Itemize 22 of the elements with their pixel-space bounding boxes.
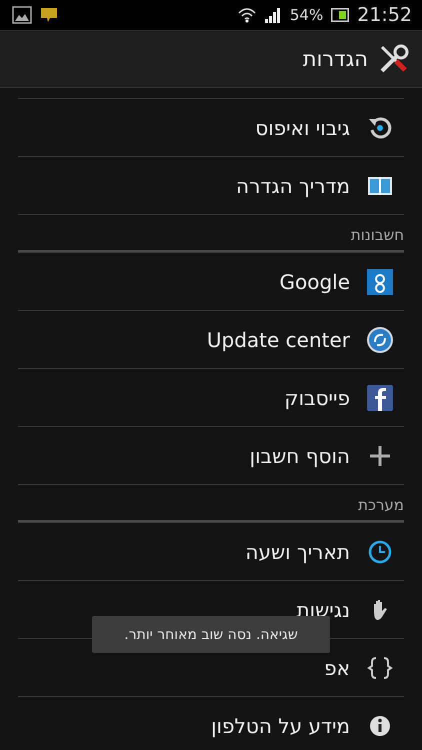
settings-item[interactable]: הוסף חשבון <box>18 426 404 484</box>
screen-title: הגדרות <box>302 47 368 71</box>
section-header: חשבונות <box>350 226 404 244</box>
settings-item[interactable]: פייסבוק <box>18 368 404 426</box>
settings-icon <box>378 43 410 75</box>
settings-item[interactable]: מידע על הטלפון <box>18 696 404 750</box>
f-logo-icon <box>366 384 394 412</box>
settings-item[interactable]: תאריך ושעה <box>18 522 404 580</box>
globe-arrows-icon <box>366 326 394 354</box>
error-toast: שגיאה. נסה שוב מאוחר יותר. <box>92 616 330 653</box>
settings-item[interactable]: Update center <box>18 310 404 368</box>
picture-icon <box>12 6 32 24</box>
wifi-icon <box>238 7 256 23</box>
clock-time: 21:52 <box>357 4 412 26</box>
signal-icon <box>264 7 282 23</box>
settings-item[interactable]: Google <box>18 252 404 310</box>
battery-icon <box>331 8 350 22</box>
settings-item[interactable]: מדריך הגדרה <box>18 156 404 214</box>
settings-item[interactable]: גיבוי ואיפוס <box>18 98 404 156</box>
battery-percent: 54% <box>290 6 324 24</box>
message-icon <box>40 7 58 23</box>
section-header: מערכת <box>358 496 404 514</box>
